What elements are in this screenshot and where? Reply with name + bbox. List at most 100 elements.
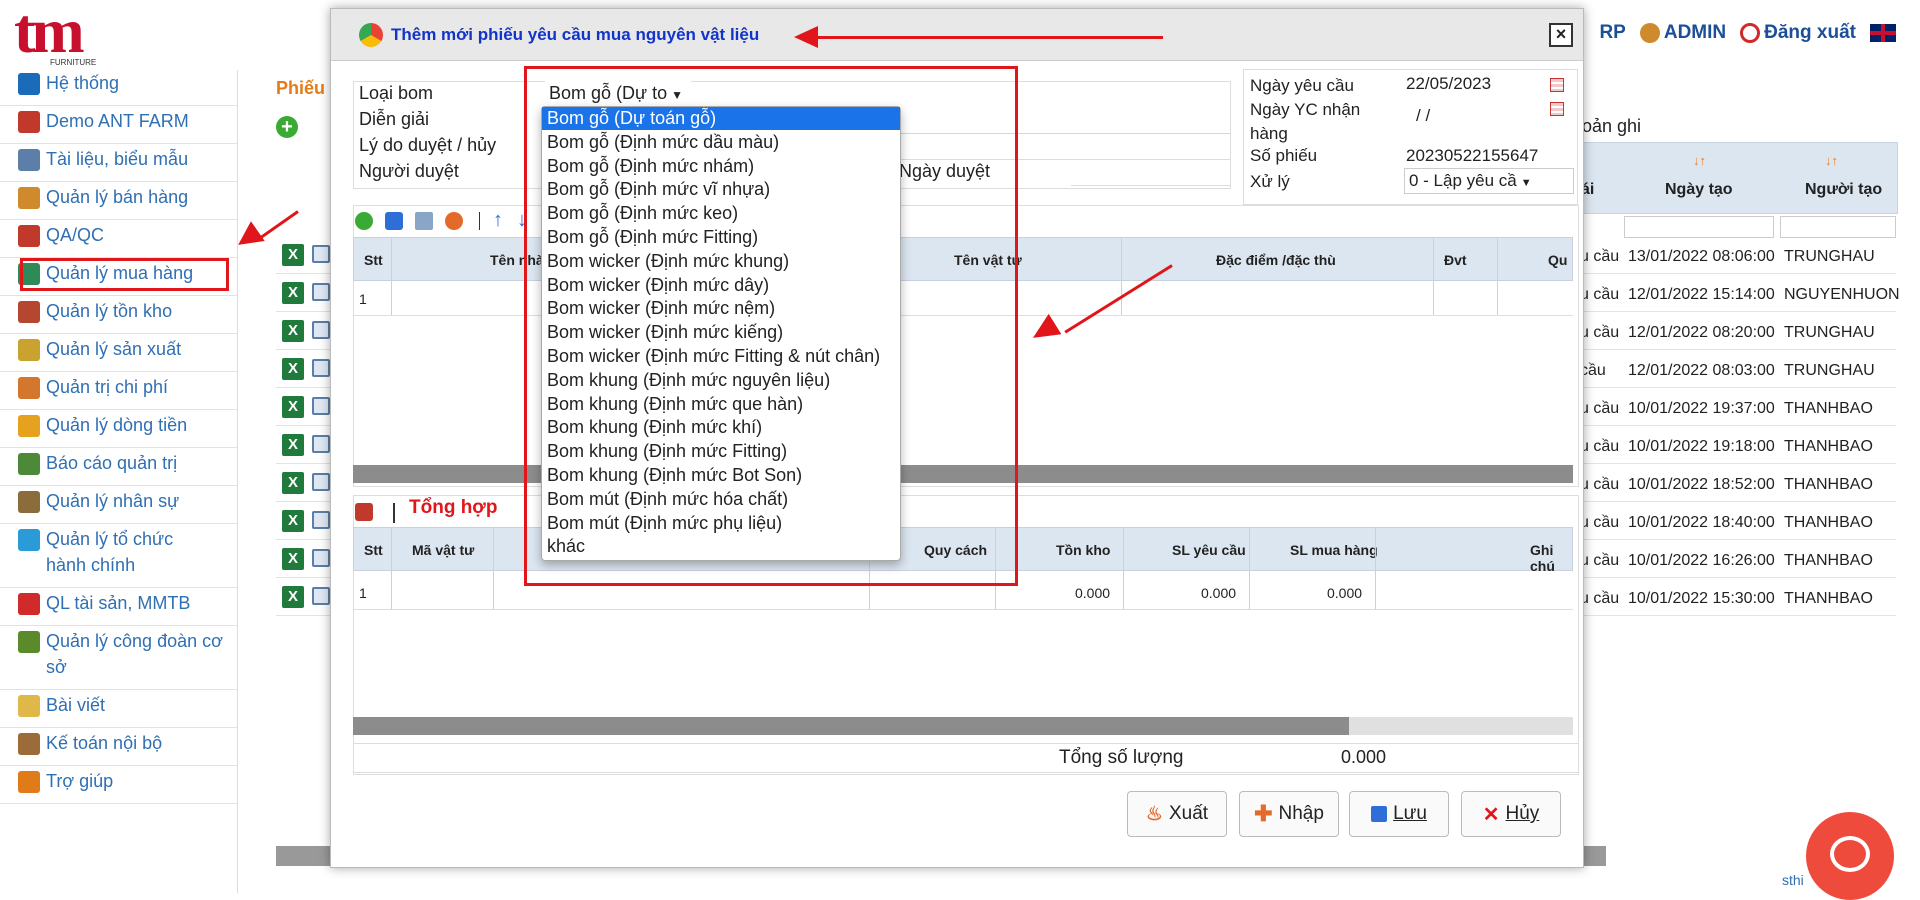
print-icon[interactable] (312, 245, 330, 263)
sidebar-item-he-thong[interactable]: Hệ thống (0, 70, 238, 106)
excel-icon[interactable]: X (282, 510, 304, 532)
tools-icon (18, 73, 40, 95)
ngay-yc-value[interactable]: 22/05/2023 (1406, 74, 1491, 94)
xu-ly-label: Xử lý (1250, 172, 1290, 191)
print-icon[interactable] (312, 473, 330, 491)
sidebar-item-ban-hang[interactable]: Quản lý bán hàng (0, 184, 238, 220)
erp-link[interactable]: RP (1599, 22, 1625, 44)
print-icon[interactable] (312, 435, 330, 453)
ngay-nhan-value[interactable]: / / (1416, 106, 1430, 126)
cell-user: THANHBAO (1784, 590, 1873, 607)
calendar-icon[interactable] (1550, 102, 1564, 116)
power-icon (1740, 23, 1761, 43)
sidebar-item-demo[interactable]: Demo ANT FARM (0, 108, 238, 144)
grid2-row-sl-yeu-cau: 0.000 (1201, 585, 1237, 601)
sales-icon (18, 187, 40, 209)
copy-icon[interactable] (415, 212, 433, 230)
sidebar-item-tai-lieu[interactable]: Tài liệu, biểu mẫu (0, 146, 238, 182)
import-label: Nhập (1278, 803, 1324, 824)
remove-row-icon[interactable] (445, 212, 463, 230)
total-panel (353, 743, 1579, 773)
sidebar-item-ton-kho[interactable]: Quản lý tồn kho (0, 298, 238, 334)
print-icon[interactable] (312, 511, 330, 529)
sidebar-item-nhan-su[interactable]: Quản lý nhân sự (0, 488, 238, 524)
admin-link[interactable]: ADMIN (1664, 22, 1726, 44)
export-button[interactable]: ♨ Xuất (1127, 791, 1227, 837)
excel-icon[interactable]: X (282, 586, 304, 608)
sidebar-item-tai-san[interactable]: QL tài sản, MMTB (0, 590, 238, 626)
sidebar-item-qaqc[interactable]: QA/QC (0, 222, 238, 258)
col-nguoi-tao[interactable]: Người tạo (1805, 181, 1882, 199)
sidebar-item-bai-viet[interactable]: Bài viết (0, 692, 238, 728)
total-label: Tổng số lượng (1059, 747, 1184, 768)
cube-icon (18, 377, 40, 399)
arrow-up-icon[interactable]: ↑ (493, 209, 503, 232)
page-title: Phiếu (276, 78, 326, 98)
cell-user: TRUNGHAU (1784, 248, 1875, 265)
print-icon[interactable] (312, 397, 330, 415)
filter-input[interactable] (1780, 216, 1896, 238)
cell-user: THANHBAO (1784, 514, 1873, 531)
excel-icon[interactable]: X (282, 396, 304, 418)
excel-icon[interactable]: X (282, 548, 304, 570)
so-phieu-value[interactable]: 20230522155647 (1406, 146, 1538, 166)
excel-icon[interactable]: X (282, 282, 304, 304)
print-icon[interactable] (312, 283, 330, 301)
logo-brand: tm (14, 0, 85, 66)
sidebar-item-cong-doan[interactable]: Quản lý công đoàn cơ sở (0, 628, 238, 690)
print-icon[interactable] (312, 321, 330, 339)
uk-flag-icon[interactable] (1870, 24, 1896, 42)
scrollbar-thumb[interactable] (353, 717, 1349, 735)
excel-icon[interactable]: X (282, 244, 304, 266)
dien-giai-label: Diễn giải (359, 109, 430, 129)
print-icon[interactable] (312, 549, 330, 567)
sidebar-item-dong-tien[interactable]: Quản lý dòng tiền (0, 412, 238, 448)
cell-status: u cầu (1580, 248, 1620, 265)
logout-link[interactable]: Đăng xuất (1764, 22, 1856, 44)
summary-divider (393, 503, 395, 523)
cancel-button[interactable]: ✕ Hủy (1461, 791, 1561, 837)
sort-icon[interactable]: ↓↑ (1693, 153, 1706, 168)
sidebar-item-tro-giup[interactable]: Trợ giúp (0, 768, 238, 804)
sidebar-item-chi-phi[interactable]: Quản trị chi phí (0, 374, 238, 410)
excel-icon[interactable]: X (282, 320, 304, 342)
ngay-nhan-label: Ngày YC nhận hàng (1250, 100, 1361, 143)
fire-icon: ♨ (1145, 803, 1163, 825)
print-icon[interactable] (312, 587, 330, 605)
calendar-icon[interactable] (1550, 78, 1564, 92)
sort-icon[interactable]: ↓↑ (1825, 153, 1838, 168)
cell-user: THANHBAO (1784, 438, 1873, 455)
cell-date: 10/01/2022 15:30:00 (1628, 590, 1775, 607)
sidebar-item-to-chuc[interactable]: Quản lý tổ chức hành chính (0, 526, 238, 588)
import-button[interactable]: ✚ Nhập (1239, 791, 1339, 837)
grid-divider (1433, 237, 1434, 315)
excel-icon[interactable]: X (282, 434, 304, 456)
add-icon[interactable]: + (276, 116, 298, 138)
messenger-chat-button[interactable] (1806, 812, 1894, 900)
grid2-scrollbar[interactable] (353, 717, 1573, 735)
ngay-duyet-input[interactable] (1071, 185, 1231, 186)
footer-link[interactable]: sthi (1782, 872, 1804, 888)
sidebar-item-ke-toan[interactable]: Kế toán nội bộ (0, 730, 238, 766)
col-qu: Qu (1548, 252, 1568, 268)
excel-icon[interactable]: X (282, 472, 304, 494)
filter-input[interactable] (1624, 216, 1774, 238)
insert-icon[interactable] (385, 212, 403, 230)
cell-date: 10/01/2022 19:18:00 (1628, 438, 1775, 455)
save-label: Lưu (1393, 803, 1427, 824)
ly-do-label: Lý do duyệt / hủy (359, 135, 497, 155)
col-ngay-tao[interactable]: Ngày tạo (1665, 181, 1733, 199)
sidebar-item-san-xuat[interactable]: Quản lý sản xuất (0, 336, 238, 372)
save-button[interactable]: Lưu (1349, 791, 1449, 837)
loai-bom-label: Loại bom (359, 83, 434, 103)
cell-user: NGUYENHUON (1784, 286, 1900, 303)
excel-icon[interactable]: X (282, 358, 304, 380)
cell-status: u cầu (1580, 438, 1620, 455)
add-row-icon[interactable] (355, 212, 373, 230)
sidebar-item-bao-cao[interactable]: Báo cáo quản trị (0, 450, 238, 486)
modal-header: Thêm mới phiếu yêu cầu mua nguyên vật li… (331, 9, 1583, 61)
close-button[interactable]: × (1549, 23, 1573, 47)
xu-ly-select[interactable]: 0 - Lập yêu cầ ▼ (1404, 168, 1574, 194)
print-icon[interactable] (312, 359, 330, 377)
xu-ly-value: 0 - Lập yêu cầ (1409, 171, 1517, 190)
